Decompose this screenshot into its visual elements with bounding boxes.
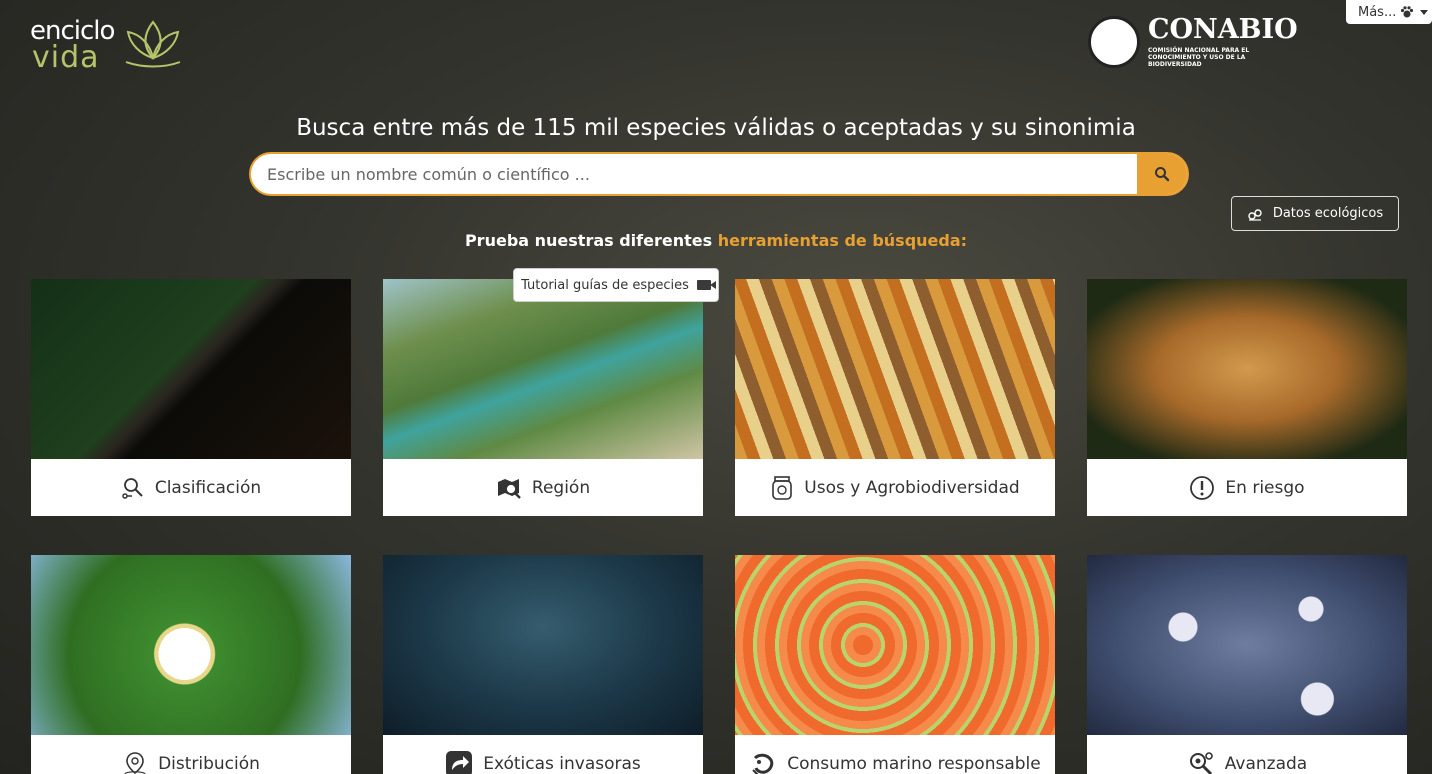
card-distribucion[interactable]: Distribución: [31, 555, 351, 774]
tagline-highlight[interactable]: herramientas de búsqueda:: [718, 231, 967, 250]
tutorial-label: Tutorial guías de especies: [521, 277, 689, 293]
card-label: Clasificación: [31, 459, 351, 516]
card-region[interactable]: Región: [383, 279, 703, 516]
card-title: En riesgo: [1225, 477, 1305, 498]
chevron-down-icon: [1420, 9, 1429, 15]
advanced-search-icon: [1189, 751, 1213, 774]
card-image: [735, 555, 1055, 735]
ecology-icon: [1248, 208, 1262, 221]
tagline-prefix: Prueba nuestras diferentes: [464, 231, 713, 250]
card-image: [31, 555, 351, 735]
logo-text-line2: vida: [32, 40, 100, 75]
card-title: Usos y Agrobiodiversidad: [804, 477, 1020, 498]
card-title: Consumo marino responsable: [787, 753, 1041, 774]
card-image: [383, 555, 703, 735]
card-exoticas[interactable]: Exóticas invasoras: [383, 555, 703, 774]
card-riesgo[interactable]: En riesgo: [1087, 279, 1407, 516]
taxonomy-icon: [122, 477, 143, 499]
conabio-logo[interactable]: CONABIO COMISIÓN NACIONAL PARA EL CONOCI…: [1088, 14, 1298, 72]
card-label: Región: [383, 459, 703, 516]
card-image: [735, 279, 1055, 459]
card-consumo-marino[interactable]: Consumo marino responsable: [735, 555, 1055, 774]
card-label: Consumo marino responsable: [735, 735, 1055, 774]
conabio-name: CONABIO: [1148, 14, 1298, 45]
conabio-emblem-icon: [1088, 16, 1140, 68]
card-image: [1087, 279, 1407, 459]
card-avanzada[interactable]: Avanzada: [1087, 555, 1407, 774]
card-title: Avanzada: [1224, 753, 1308, 774]
card-title: Región: [531, 477, 591, 498]
card-clasificacion[interactable]: Clasificación: [31, 279, 351, 516]
map-search-icon: [497, 478, 521, 499]
card-image: [1087, 555, 1407, 735]
video-camera-icon: [696, 280, 716, 290]
marine-icon: [752, 753, 774, 774]
invasive-arrow-icon: [446, 750, 473, 774]
card-label: Distribución: [31, 735, 351, 774]
jar-icon: [772, 475, 793, 500]
card-label: Usos y Agrobiodiversidad: [735, 459, 1055, 516]
card-title: Exóticas invasoras: [483, 753, 641, 774]
more-menu-button[interactable]: Más...: [1346, 0, 1432, 24]
location-pin-icon: [124, 751, 146, 774]
card-label: Exóticas invasoras: [383, 735, 703, 774]
tutorial-tooltip[interactable]: Tutorial guías de especies: [513, 268, 719, 302]
tools-tagline: Prueba nuestras diferentes herramientas …: [0, 231, 1432, 250]
more-menu-label: Más...: [1358, 4, 1397, 20]
card-image: [31, 279, 351, 459]
enciclovida-logo[interactable]: enciclo vida: [30, 16, 190, 75]
page-title: Busca entre más de 115 mil especies váli…: [296, 115, 1136, 141]
search-bar: [249, 152, 1189, 196]
conabio-subtitle: COMISIÓN NACIONAL PARA EL CONOCIMIENTO Y…: [1148, 47, 1250, 68]
search-button[interactable]: [1137, 154, 1187, 194]
search-input[interactable]: [251, 154, 1139, 194]
card-title: Clasificación: [154, 477, 262, 498]
ecological-data-button[interactable]: Datos ecológicos: [1231, 196, 1399, 231]
ecological-data-label: Datos ecológicos: [1272, 206, 1384, 221]
card-label: En riesgo: [1087, 459, 1407, 516]
lotus-icon: [125, 20, 181, 68]
search-icon: [1155, 167, 1170, 182]
card-label: Avanzada: [1087, 735, 1407, 774]
card-image: [383, 279, 703, 459]
card-usos[interactable]: Usos y Agrobiodiversidad: [735, 279, 1055, 516]
paw-icon: [1401, 6, 1414, 18]
card-title: Distribución: [158, 753, 260, 774]
alert-icon: [1190, 475, 1215, 500]
